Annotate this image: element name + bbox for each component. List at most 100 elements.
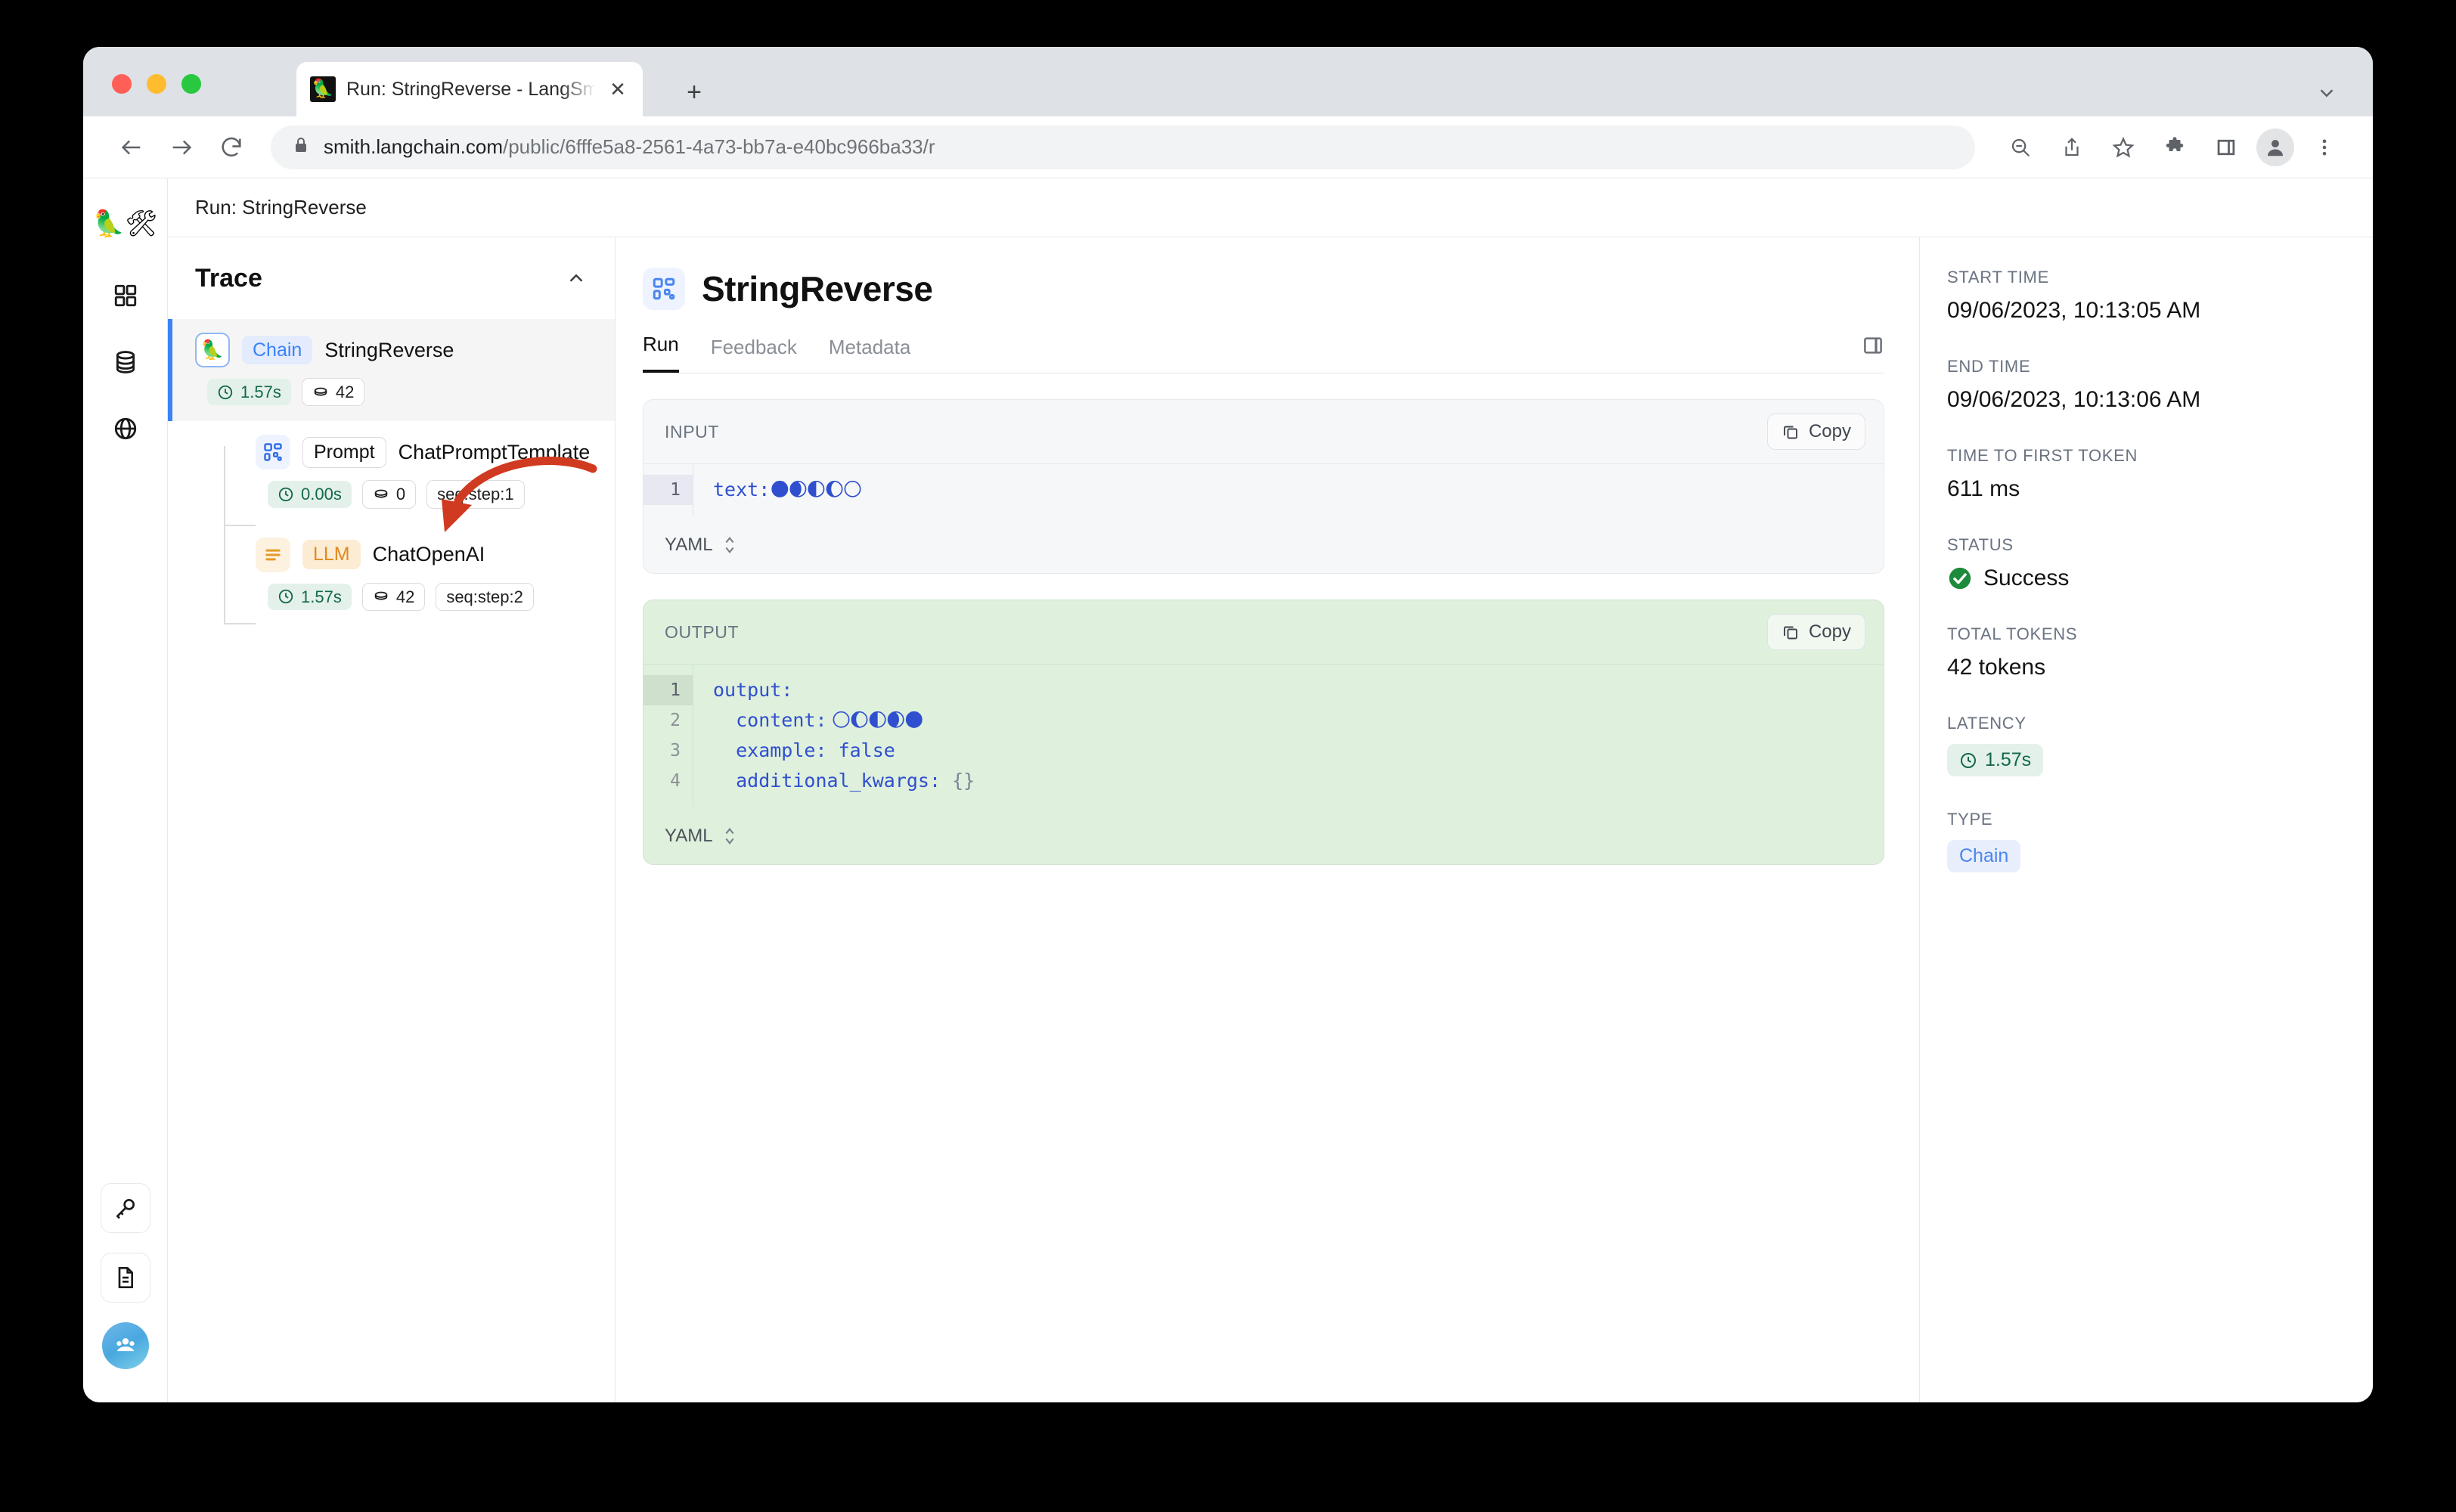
meta-label: TOTAL TOKENS: [1947, 624, 2078, 643]
clock-icon: [278, 590, 293, 604]
page-title: StringReverse: [702, 269, 933, 308]
clock-icon: [218, 385, 233, 399]
line-number: 2: [670, 711, 681, 730]
type-badge: Chain: [1947, 840, 2021, 872]
browser-toolbar: smith.langchain.com/public/6fffe5a8-2561…: [83, 116, 2373, 178]
output-card-footer: YAML: [643, 807, 1884, 864]
meta-type: TYPE Chain: [1947, 810, 2346, 872]
meta-status: STATUS Success: [1947, 535, 2346, 591]
tab-title: Run: StringReverse - LangSmith: [346, 78, 596, 100]
meta-value: 09/06/2023, 10:13:05 AM: [1947, 298, 2201, 323]
code-line: additional_kwargs: {}: [713, 770, 975, 792]
output-format-label: YAML: [665, 825, 713, 846]
icon-rail: 🦜🛠: [83, 178, 168, 1402]
share-icon[interactable]: [2051, 126, 2093, 169]
token-icon: [374, 489, 388, 498]
run-pane: StringReverse Run Feedback Metadata INPU…: [616, 237, 1919, 1402]
llm-node-icon: [256, 537, 290, 572]
meta-value: 611 ms: [1947, 476, 2020, 501]
meta-latency: LATENCY 1.57s: [1947, 714, 2346, 776]
meta-total-tokens: TOTAL TOKENS 42 tokens: [1947, 624, 2346, 680]
trace-header: Trace: [168, 237, 615, 319]
run-title-row: StringReverse: [643, 268, 1884, 310]
meta-label: STATUS: [1947, 535, 2014, 554]
trace-title: Trace: [195, 263, 262, 293]
input-card-header: INPUT Copy: [643, 400, 1884, 463]
browser-tab[interactable]: 🦜 Run: StringReverse - LangSmith ✕: [296, 62, 643, 116]
tab-feedback[interactable]: Feedback: [711, 336, 797, 373]
input-label: INPUT: [665, 421, 719, 442]
chevron-updown-icon[interactable]: [722, 826, 737, 847]
forward-arrow-icon[interactable]: [160, 126, 203, 169]
copy-icon: [1784, 426, 1797, 439]
breadcrumb-bar: Run: StringReverse: [168, 178, 2373, 237]
output-gutter: 1 2 3 4: [643, 665, 693, 807]
node-tokens-chip: 42: [301, 378, 365, 407]
meta-value: 42 tokens: [1947, 655, 2046, 680]
node-name: StringReverse: [324, 338, 454, 361]
sidebar-item-api-keys[interactable]: [100, 1183, 150, 1233]
output-card: OUTPUT Copy 1 2 3 4 output: content: 🌕🌔🌓…: [643, 600, 1884, 865]
trace-node-chatprompttemplate[interactable]: Prompt ChatPromptTemplate 0.00s 0 seq:st…: [168, 421, 615, 523]
langsmith-logo-icon[interactable]: 🦜🛠: [83, 194, 168, 254]
input-card-footer: YAML: [643, 516, 1884, 573]
tab-metadata[interactable]: Metadata: [829, 336, 910, 373]
meta-start-time: START TIME 09/06/2023, 10:13:05 AM: [1947, 268, 2346, 324]
line-number: 3: [670, 741, 681, 761]
node-tokens-chip: 0: [361, 480, 417, 509]
meta-label: START TIME: [1947, 268, 2049, 287]
sidebar-item-docs[interactable]: [100, 1253, 150, 1303]
sidebar-item-datasets[interactable]: [101, 337, 150, 387]
address-bar-url: smith.langchain.com/public/6fffe5a8-2561…: [324, 135, 935, 158]
org-avatar-icon[interactable]: [101, 1322, 149, 1369]
trace-node-chatopenai[interactable]: LLM ChatOpenAI 1.57s 42 seq:step:2: [168, 524, 615, 626]
meta-time-to-first-token: TIME TO FIRST TOKEN 611 ms: [1947, 446, 2346, 502]
tab-run[interactable]: Run: [643, 333, 679, 373]
side-panel-icon[interactable]: [2205, 126, 2247, 169]
chain-node-icon: 🦜: [195, 333, 230, 367]
profile-avatar-icon[interactable]: [2256, 128, 2294, 166]
node-duration-chip: 1.57s: [207, 379, 291, 406]
chevron-down-icon[interactable]: [2315, 82, 2338, 108]
chevron-updown-icon[interactable]: [722, 534, 737, 556]
maximize-window-button[interactable]: [181, 74, 201, 94]
chevron-up-icon[interactable]: [565, 267, 588, 290]
copy-input-button[interactable]: Copy: [1766, 414, 1865, 450]
star-icon[interactable]: [2102, 126, 2144, 169]
new-tab-button[interactable]: +: [681, 79, 708, 106]
input-code-area: 1 text:🌑🌒🌓🌔🌕: [643, 463, 1884, 516]
meta-end-time: END TIME 09/06/2023, 10:13:06 AM: [1947, 357, 2346, 413]
copy-output-button[interactable]: Copy: [1766, 614, 1865, 650]
sidebar-item-hub[interactable]: [101, 404, 150, 454]
output-label: OUTPUT: [665, 621, 740, 642]
status-badge: Success: [1983, 565, 2070, 590]
side-panel-icon[interactable]: [1862, 334, 1884, 361]
success-check-icon: [1947, 565, 1973, 591]
code-line: text:🌑🌒🌓🌔🌕: [713, 479, 863, 500]
code-line: content: 🌕🌔🌓🌒🌑: [713, 709, 924, 731]
output-code-lines: output: content: 🌕🌔🌓🌒🌑 example: false ad…: [693, 665, 1884, 807]
browser-menu-icon[interactable]: [2303, 126, 2346, 169]
reload-icon[interactable]: [210, 126, 253, 169]
meta-value: 09/06/2023, 10:13:06 AM: [1947, 387, 2201, 412]
clock-icon: [1961, 752, 1976, 768]
browser-window: 🦜 Run: StringReverse - LangSmith ✕ + smi…: [83, 47, 2373, 1402]
close-tab-icon[interactable]: ✕: [606, 78, 629, 101]
node-type-chip: LLM: [302, 540, 361, 569]
close-window-button[interactable]: [112, 74, 132, 94]
meta-label: LATENCY: [1947, 714, 2027, 733]
sidebar-item-projects[interactable]: [101, 271, 150, 321]
clock-icon: [278, 487, 293, 502]
input-card: INPUT Copy 1 text:🌑🌒🌓🌔🌕 YAML: [643, 399, 1884, 574]
trace-node-stringreverse[interactable]: 🦜 Chain StringReverse 1.57s 42: [168, 319, 615, 422]
node-tokens-chip: 42: [361, 582, 426, 611]
address-bar[interactable]: smith.langchain.com/public/6fffe5a8-2561…: [271, 125, 1975, 169]
zoom-out-icon[interactable]: [1999, 126, 2042, 169]
meta-label: END TIME: [1947, 357, 2031, 376]
minimize-window-button[interactable]: [147, 74, 166, 94]
browser-tabstrip: 🦜 Run: StringReverse - LangSmith ✕ +: [83, 47, 2373, 116]
meta-label: TIME TO FIRST TOKEN: [1947, 446, 2138, 465]
toolbar-actions: [1999, 126, 2346, 169]
back-arrow-icon[interactable]: [110, 126, 153, 169]
puzzle-icon[interactable]: [2154, 126, 2196, 169]
